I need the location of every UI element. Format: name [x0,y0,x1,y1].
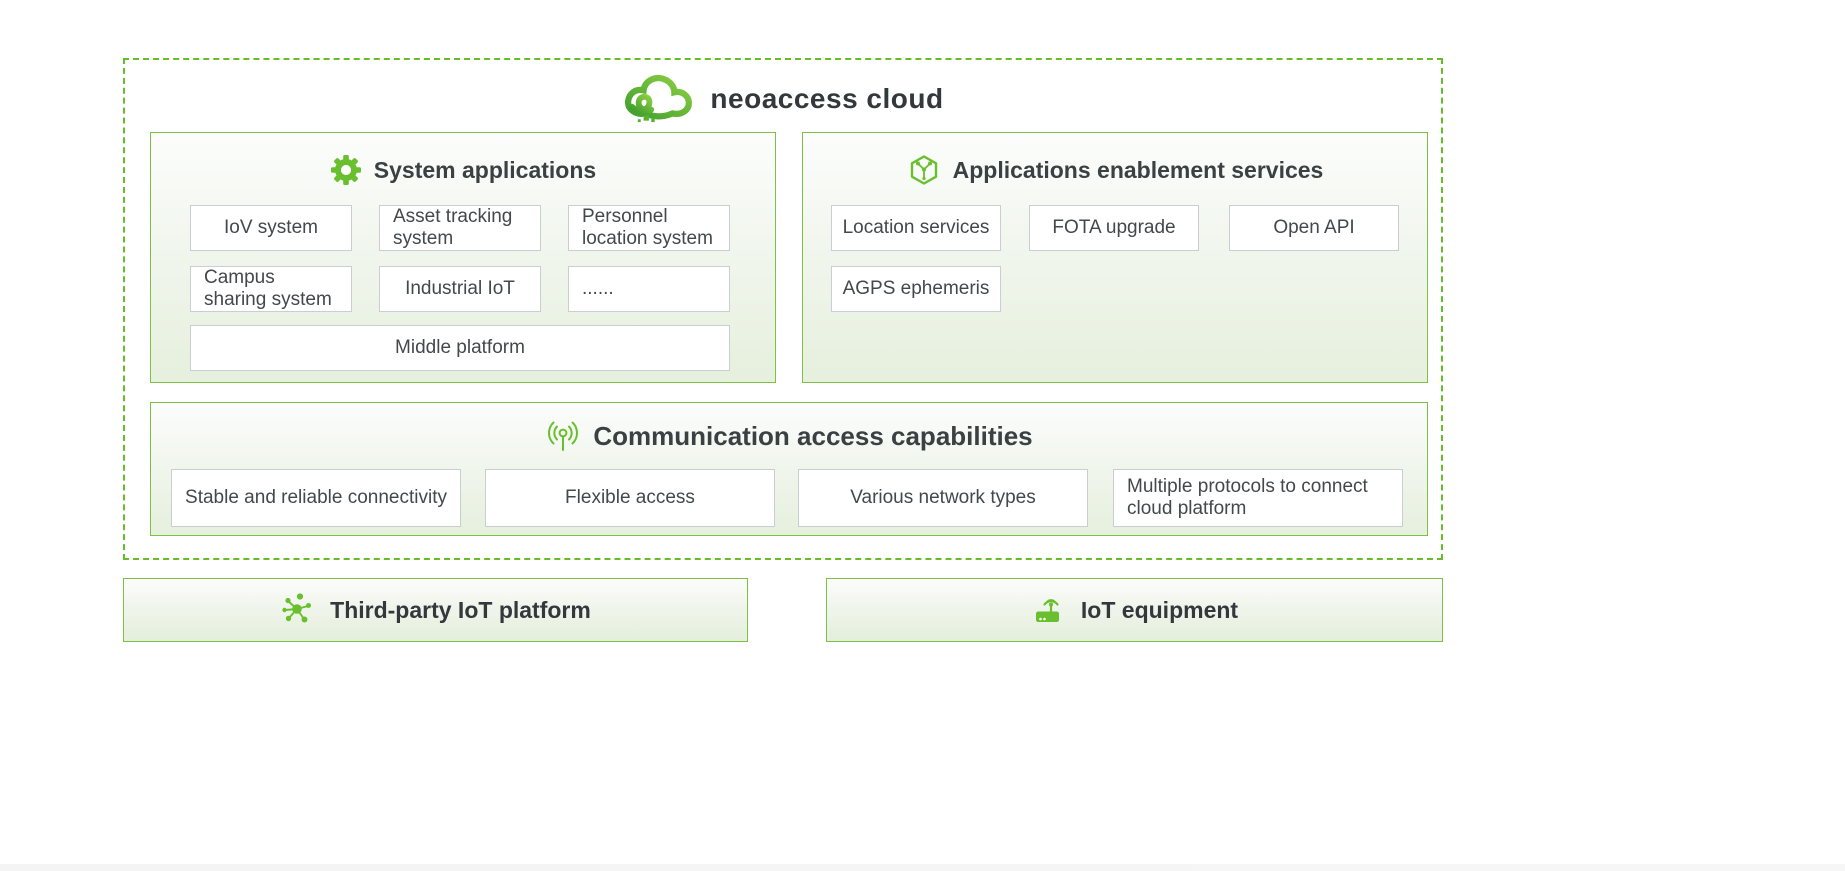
item-multiple-protocols: Multiple protocols to connect cloud plat… [1113,469,1403,527]
item-iov-system: IoV system [190,205,352,251]
iot-equipment-label: IoT equipment [1081,597,1238,624]
router-icon [1031,593,1067,627]
panel-enablement-services: Applications enablement services Locatio… [802,132,1428,383]
architecture-diagram: { "title": "neoaccess cloud", "system_ap… [0,0,1845,871]
antenna-broadcast-icon [545,418,581,454]
item-various-network-types: Various network types [798,469,1088,527]
item-personnel-location-system: Personnel location system [568,205,730,251]
cloud-title: neoaccess cloud [710,83,943,115]
communication-header: Communication access capabilities [151,415,1427,457]
hexagon-node-icon [907,153,941,187]
cloud-header: neoaccess cloud [125,68,1441,130]
neoaccess-cloud-container: neoaccess cloud [123,58,1443,560]
item-location-services: Location services [831,205,1001,251]
bar-iot-equipment: IoT equipment [826,578,1443,642]
item-ellipsis: ...... [568,266,730,312]
bottom-strip [0,864,1845,871]
enablement-services-header: Applications enablement services [803,149,1427,191]
item-agps-ephemeris: AGPS ephemeris [831,266,1001,312]
third-party-platform-label: Third-party IoT platform [330,597,591,624]
item-industrial-iot: Industrial IoT [379,266,541,312]
item-flexible-access: Flexible access [485,469,775,527]
item-open-api: Open API [1229,205,1399,251]
communication-title: Communication access capabilities [593,421,1032,452]
item-stable-connectivity: Stable and reliable connectivity [171,469,461,527]
system-applications-title: System applications [374,157,596,184]
cloud-logo-icon [622,73,696,125]
item-fota-upgrade: FOTA upgrade [1029,205,1199,251]
bar-third-party-platform: Third-party IoT platform [123,578,748,642]
item-asset-tracking-system: Asset tracking system [379,205,541,251]
panel-communication: Communication access capabilities Stable… [150,402,1428,536]
item-middle-platform: Middle platform [190,325,730,371]
gear-icon [330,154,362,186]
hub-network-icon [280,592,316,628]
enablement-services-title: Applications enablement services [953,157,1324,184]
system-applications-header: System applications [151,149,775,191]
item-campus-sharing-system: Campus sharing system [190,266,352,312]
panel-system-applications: System applications IoV system Asset tra… [150,132,776,383]
